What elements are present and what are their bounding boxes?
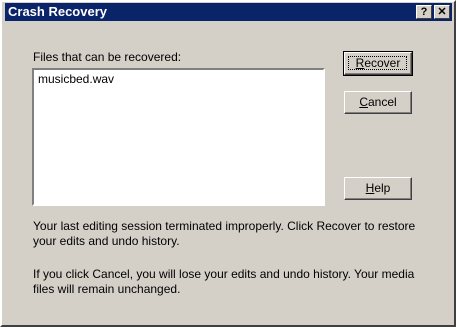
cancel-button[interactable]: Cancel bbox=[344, 91, 412, 114]
cancel-label: ancel bbox=[367, 95, 397, 109]
cancel-warning-message: If you click Cancel, you will lose your … bbox=[33, 267, 415, 296]
title-bar[interactable]: Crash Recovery ? ✕ bbox=[5, 3, 452, 21]
recover-button[interactable]: Recover bbox=[343, 51, 413, 76]
focus-rectangle bbox=[348, 56, 407, 70]
list-item[interactable]: musicbed.wav bbox=[38, 72, 114, 86]
session-message: Your last editing session terminated imp… bbox=[33, 219, 416, 248]
cancel-accel-letter: C bbox=[359, 95, 368, 109]
crash-recovery-dialog: Crash Recovery ? ✕ Files that can be rec… bbox=[0, 0, 456, 327]
help-label: elp bbox=[374, 181, 391, 195]
files-label: Files that can be recovered: bbox=[33, 50, 182, 64]
dialog-title: Crash Recovery bbox=[8, 4, 107, 19]
help-question-icon[interactable]: ? bbox=[416, 5, 432, 19]
help-button[interactable]: Help bbox=[344, 177, 412, 200]
close-icon[interactable]: ✕ bbox=[434, 5, 450, 19]
recoverable-files-list[interactable]: musicbed.wav bbox=[32, 68, 325, 206]
